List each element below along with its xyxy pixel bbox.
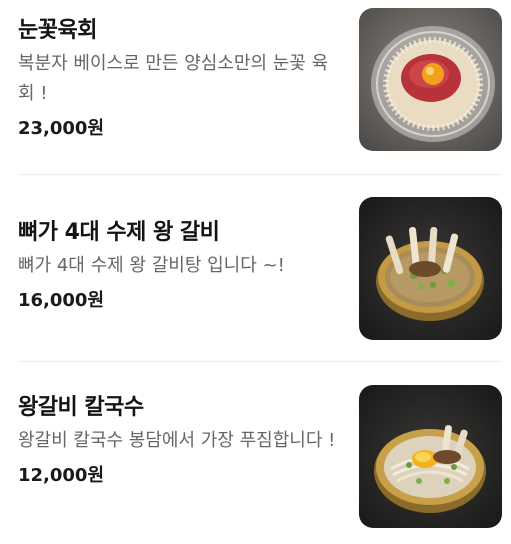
menu-item-text: 왕갈비 칼국수 왕갈비 칼국수 봉담에서 가장 푸짐합니다 ! 12,000원 [18,393,343,488]
menu-item-text: 눈꽃육회 복분자 베이스로 만든 양심소만의 눈꽃 육회 ! 23,000원 [18,16,343,141]
menu-list: 눈꽃육회 복분자 베이스로 만든 양심소만의 눈꽃 육회 ! 23,000원 뼈… [0,0,511,544]
menu-item-description: 뼈가 4대 수제 왕 갈비탕 입니다 ~! [18,255,285,276]
menu-item-text: 뼈가 4대 수제 왕 갈비 뼈가 4대 수제 왕 갈비탕 입니다 ~! 16,0… [18,218,343,313]
menu-item-kalguksu[interactable]: 왕갈비 칼국수 왕갈비 칼국수 봉담에서 가장 푸짐합니다 ! 12,000원 [0,361,511,544]
menu-item-price: 12,000원 [18,465,105,486]
menu-item-price: 16,000원 [18,290,105,311]
menu-item-name: 눈꽃육회 [18,18,97,43]
menu-item-galbi[interactable]: 뼈가 4대 수제 왕 갈비 뼈가 4대 수제 왕 갈비탕 입니다 ~! 16,0… [0,175,511,362]
menu-item-yukhoe[interactable]: 눈꽃육회 복분자 베이스로 만든 양심소만의 눈꽃 육회 ! 23,000원 [0,0,511,175]
kalguksu-dish-icon [359,385,502,528]
galbitang-dish-icon [359,197,502,340]
menu-item-name: 뼈가 4대 수제 왕 갈비 [18,220,220,245]
menu-item-description: 왕갈비 칼국수 봉담에서 가장 푸짐합니다 ! [18,430,336,451]
menu-item-name: 왕갈비 칼국수 [18,395,144,420]
menu-item-price: 23,000원 [18,118,105,139]
menu-item-description: 복분자 베이스로 만든 양심소만의 눈꽃 육회 ! [18,53,329,104]
yukhoe-dish-icon [359,8,502,151]
